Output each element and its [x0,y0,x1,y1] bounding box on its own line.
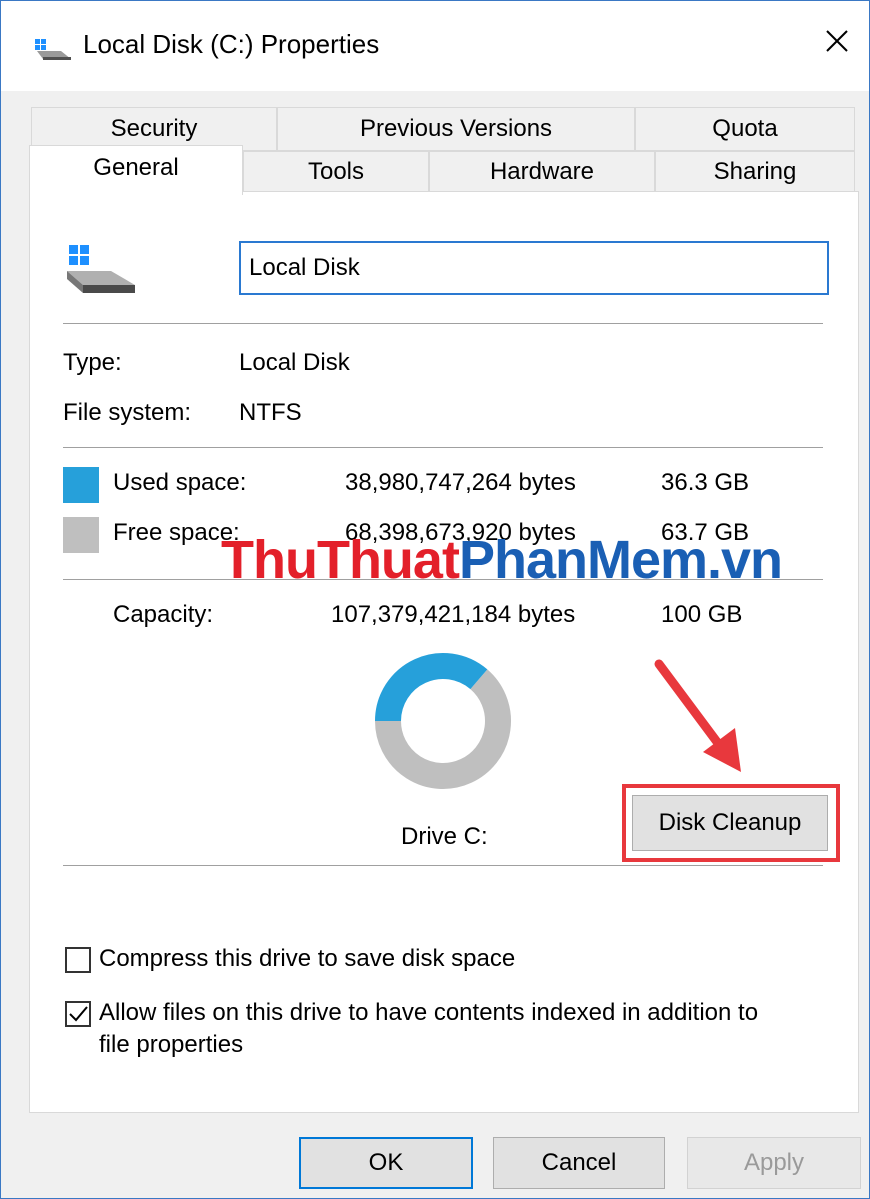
tab-quota[interactable]: Quota [635,107,855,151]
tab-label: Sharing [713,158,797,185]
drive-icon [35,39,71,60]
type-label: Type: [63,349,122,376]
free-space-swatch [63,517,99,553]
used-space-gb: 36.3 GB [661,469,750,496]
watermark-part: .vn [707,530,783,590]
tab-label: Previous Versions [359,115,553,142]
tab-general[interactable]: General [29,145,243,195]
disk-cleanup-button[interactable]: Disk Cleanup [632,795,828,851]
type-value: Local Disk [239,349,350,376]
properties-window: Local Disk (C:) Properties Security Prev… [0,0,870,1199]
tab-label: General [93,154,179,181]
arrow-icon [654,659,741,772]
used-space-arc [375,653,488,722]
usage-donut [375,653,511,789]
used-space-label: Used space: [113,469,247,496]
title-bar[interactable]: Local Disk (C:) Properties [1,1,869,91]
tab-previous-versions[interactable]: Previous Versions [277,107,635,151]
watermark: ThuThuatPhanMem.vn [221,529,783,591]
tab-tools[interactable]: Tools [243,151,429,193]
tab-label: Hardware [489,158,595,185]
watermark-part: PhanMem [458,530,708,590]
ok-button[interactable]: OK [299,1137,473,1189]
tab-sharing[interactable]: Sharing [655,151,855,193]
separator [63,447,823,448]
drive-icon [67,245,135,293]
cancel-button[interactable]: Cancel [493,1137,665,1189]
tab-label: Quota [712,115,778,142]
drive-caption: Drive C: [401,823,488,850]
tab-label: Tools [307,158,365,185]
apply-button[interactable]: Apply [687,1137,861,1189]
filesystem-value: NTFS [239,399,302,426]
capacity-gb: 100 GB [661,601,743,628]
compress-checkbox[interactable] [65,947,91,973]
close-icon[interactable] [819,23,855,59]
used-space-bytes: 38,980,747,264 bytes [345,469,576,496]
index-label[interactable]: Allow files on this drive to have conten… [99,999,758,1027]
index-label-continued[interactable]: file properties [99,1031,243,1059]
window-title: Local Disk (C:) Properties [83,29,380,59]
used-space-swatch [63,467,99,503]
separator [63,323,823,324]
drive-name-input[interactable] [239,241,829,295]
index-checkbox[interactable] [65,1001,91,1027]
separator [63,865,823,866]
compress-label[interactable]: Compress this drive to save disk space [99,945,515,973]
checkmark-icon [69,1006,88,1022]
tab-hardware[interactable]: Hardware [429,151,655,193]
capacity-bytes: 107,379,421,184 bytes [331,601,576,628]
filesystem-label: File system: [63,399,192,426]
watermark-part: ThuThuat [221,530,460,590]
capacity-label: Capacity: [113,601,214,628]
tab-label: Security [110,115,198,142]
